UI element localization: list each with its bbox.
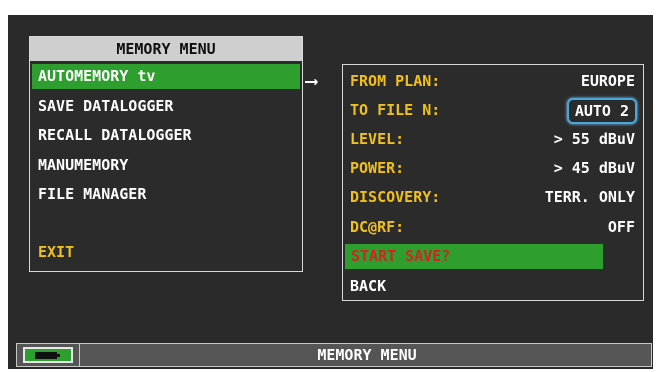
memory-menu-panel: MEMORY MENU AUTOMEMORY tv SAVE DATALOGGE… [29, 36, 303, 272]
setting-label: LEVEL: [350, 130, 405, 148]
setting-label: TO FILE N: [350, 101, 441, 119]
status-bar: MEMORY MENU [16, 343, 652, 367]
file-number-field[interactable]: AUTO 2 [566, 98, 637, 124]
setting-row-power[interactable]: POWER: > 45 dBuV [343, 154, 643, 182]
setting-row-to-file[interactable]: TO FILE N: AUTO 2 [343, 96, 643, 124]
menu-item-manumemory[interactable]: MANUMEMORY [32, 153, 300, 178]
menu-item-file-manager[interactable]: FILE MANAGER [32, 182, 300, 207]
menu-item-exit[interactable]: EXIT [32, 240, 300, 265]
battery-tip [57, 354, 60, 357]
setting-value: > 45 dBuV [553, 159, 635, 177]
menu-item-recall-datalogger[interactable]: RECALL DATALOGGER [32, 123, 300, 148]
start-save-button[interactable]: START SAVE? [345, 244, 603, 269]
menu-item-automemory-tv[interactable]: AUTOMEMORY tv [32, 64, 300, 89]
automemory-settings-panel: FROM PLAN: EUROPE TO FILE N: AUTO 2 LEVE… [342, 64, 644, 301]
status-divider [79, 344, 80, 366]
setting-row-discovery[interactable]: DISCOVERY: TERR. ONLY [343, 183, 643, 211]
setting-label: POWER: [350, 159, 405, 177]
status-bar-title: MEMORY MENU [317, 346, 417, 364]
battery-charging-icon [23, 347, 73, 363]
menu-item-save-datalogger[interactable]: SAVE DATALOGGER [32, 94, 300, 119]
setting-value: OFF [607, 218, 635, 236]
setting-row-dc-rf[interactable]: DC@RF: OFF [343, 213, 643, 241]
setting-row-from-plan[interactable]: FROM PLAN: EUROPE [343, 67, 643, 95]
setting-label: FROM PLAN: [350, 72, 441, 90]
setting-value: > 55 dBuV [553, 130, 635, 148]
setting-label: DC@RF: [350, 218, 405, 236]
setting-value: TERR. ONLY [544, 188, 635, 206]
battery-body [35, 352, 57, 359]
setting-label: DISCOVERY: [350, 188, 441, 206]
back-button[interactable]: BACK [350, 272, 386, 300]
memory-menu-title: MEMORY MENU [30, 37, 302, 61]
submenu-arrow-icon: ⟶ [306, 71, 317, 92]
setting-row-level[interactable]: LEVEL: > 55 dBuV [343, 125, 643, 153]
setting-value: EUROPE [580, 72, 635, 90]
